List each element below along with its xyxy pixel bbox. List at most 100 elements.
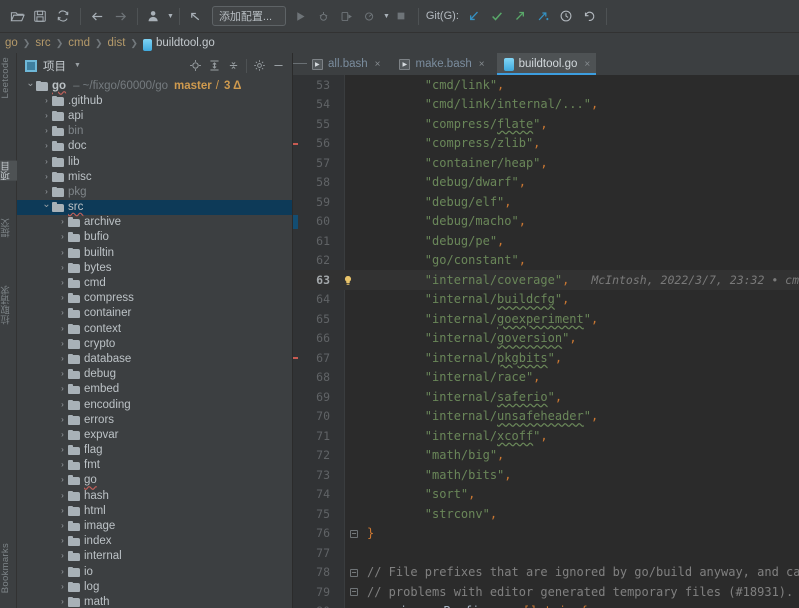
tool-window-tab-bookmarks[interactable]: Bookmarks [0, 543, 17, 593]
code-line[interactable]: 74 "sort", [293, 485, 799, 505]
line-number[interactable]: 79 [293, 585, 339, 599]
line-number[interactable]: 69 [293, 390, 339, 404]
code-line[interactable]: 67 "internal/pkgbits", [293, 348, 799, 368]
line-number[interactable]: 55 [293, 117, 339, 131]
code-line[interactable]: 53 "cmd/link", [293, 75, 799, 95]
tool-window-tab-提交[interactable]: 提交 [0, 218, 17, 238]
code-line[interactable]: 76 −} [293, 524, 799, 544]
code-line[interactable]: 59 "debug/elf", [293, 192, 799, 212]
breadcrumb-item-0[interactable]: go [5, 37, 18, 49]
collapse-icon[interactable] [185, 5, 207, 27]
line-number[interactable]: 66 [293, 331, 339, 345]
tree-row-encoding[interactable]: › encoding [17, 397, 292, 412]
gutter-icons[interactable] [339, 348, 363, 368]
gutter-icons[interactable]: − [339, 602, 363, 608]
save-icon[interactable] [29, 5, 51, 27]
chevron-right-icon[interactable]: › [57, 370, 68, 378]
code-line[interactable]: 66 "internal/goversion", [293, 329, 799, 349]
editor-tab-buildtool-go[interactable]: buildtool.go × [496, 53, 597, 75]
code-line[interactable]: 61 "debug/pe", [293, 231, 799, 251]
line-number[interactable]: 65 [293, 312, 339, 326]
gutter-icons[interactable] [339, 329, 363, 349]
stop-icon[interactable] [390, 5, 412, 27]
editor-scrollbar[interactable] [787, 75, 799, 608]
tree-row-lib[interactable]: › lib [17, 154, 292, 169]
tree-row-html[interactable]: › html [17, 503, 292, 518]
line-number[interactable]: 71 [293, 429, 339, 443]
gutter-icons[interactable]: − [339, 563, 363, 583]
code-fold-toggle[interactable]: − [350, 568, 358, 577]
chevron-right-icon[interactable]: › [57, 400, 68, 409]
chevron-right-icon[interactable]: › [41, 157, 52, 166]
code-line[interactable]: 55 "compress/flate", [293, 114, 799, 134]
line-number[interactable]: 78 [293, 565, 339, 579]
line-number[interactable]: 53 [293, 78, 339, 92]
breadcrumb-item-1[interactable]: src [35, 37, 50, 49]
tree-row-fmt[interactable]: › fmt [17, 458, 292, 473]
gutter-icons[interactable] [339, 134, 363, 154]
gear-icon[interactable] [250, 56, 269, 75]
line-number[interactable]: 64 [293, 292, 339, 306]
chevron-right-icon[interactable]: › [57, 582, 68, 591]
gutter-icons[interactable] [339, 114, 363, 134]
tree-row-root[interactable]: ⌄ go – ~/fixgo/60000/go master/ 3 Δ [17, 78, 292, 93]
gutter-icons[interactable]: − [339, 582, 363, 602]
tree-row-index[interactable]: › index [17, 534, 292, 549]
gutter-icons[interactable] [339, 387, 363, 407]
gutter-icons[interactable] [339, 192, 363, 212]
tree-row-container[interactable]: › container [17, 306, 292, 321]
history-icon[interactable] [555, 5, 577, 27]
chevron-right-icon[interactable]: › [57, 506, 68, 515]
gutter-icons[interactable] [339, 465, 363, 485]
close-icon[interactable]: × [584, 59, 590, 70]
run-configuration-selector[interactable]: 添加配置... [211, 6, 286, 26]
tree-row-go[interactable]: › go [17, 473, 292, 488]
gutter-icons[interactable] [339, 173, 363, 193]
push-icon[interactable] [509, 5, 531, 27]
chevron-right-icon[interactable]: › [57, 279, 68, 287]
code-line[interactable]: 63 "internal/coverage", McIntosh, 2022/3/… [293, 270, 799, 290]
line-number[interactable]: 58 [293, 175, 339, 189]
expand-all-icon[interactable] [205, 56, 224, 75]
line-number[interactable]: 62 [293, 253, 339, 267]
rollback-icon[interactable] [578, 5, 600, 27]
chevron-down-icon[interactable]: ▼ [74, 62, 81, 69]
tree-row-io[interactable]: › io [17, 564, 292, 579]
sync-icon[interactable] [52, 5, 74, 27]
code-line[interactable]: 70 "internal/unsafeheader", [293, 407, 799, 427]
tree-row-bin[interactable]: › bin [17, 124, 292, 139]
chevron-down-icon[interactable]: ⌄ [25, 78, 36, 89]
tree-row-math[interactable]: › math [17, 594, 292, 608]
minimize-icon[interactable] [269, 56, 288, 75]
tree-row-compress[interactable]: › compress [17, 291, 292, 306]
chevron-right-icon[interactable]: › [57, 430, 68, 439]
code-line[interactable]: 77 [293, 543, 799, 563]
pull-request-icon[interactable] [532, 5, 554, 27]
chevron-right-icon[interactable]: › [57, 567, 68, 576]
code-line[interactable]: 75 "strconv", [293, 504, 799, 524]
tree-row-src[interactable]: ⌄ src [17, 199, 292, 215]
tree-row-errors[interactable]: › errors [17, 412, 292, 427]
code-line[interactable]: 64 "internal/buildcfg", [293, 290, 799, 310]
chevron-right-icon[interactable]: › [57, 491, 68, 500]
profile-icon[interactable] [143, 5, 165, 27]
code-line[interactable]: 58 "debug/dwarf", [293, 173, 799, 193]
tool-window-tab-leetcode[interactable]: Leetcode [0, 57, 17, 99]
tree-row-bytes[interactable]: › bytes [17, 260, 292, 275]
gutter-icons[interactable] [339, 153, 363, 173]
gutter-icons[interactable] [339, 251, 363, 271]
chevron-right-icon[interactable]: › [57, 446, 68, 454]
chevron-right-icon[interactable]: › [57, 476, 68, 484]
tree-row-log[interactable]: › log [17, 579, 292, 594]
line-number[interactable]: 74 [293, 487, 339, 501]
forward-arrow-icon[interactable] [109, 5, 131, 27]
chevron-right-icon[interactable]: › [57, 415, 68, 424]
update-project-icon[interactable] [463, 5, 485, 27]
run-coverage-icon[interactable] [336, 5, 358, 27]
tree-row-internal[interactable]: › internal [17, 549, 292, 564]
gutter-icons[interactable] [339, 212, 363, 232]
chevron-right-icon[interactable]: › [57, 263, 68, 272]
line-number[interactable]: 68 [293, 370, 339, 384]
run-icon[interactable] [290, 5, 312, 27]
chevron-right-icon[interactable]: › [41, 127, 52, 135]
